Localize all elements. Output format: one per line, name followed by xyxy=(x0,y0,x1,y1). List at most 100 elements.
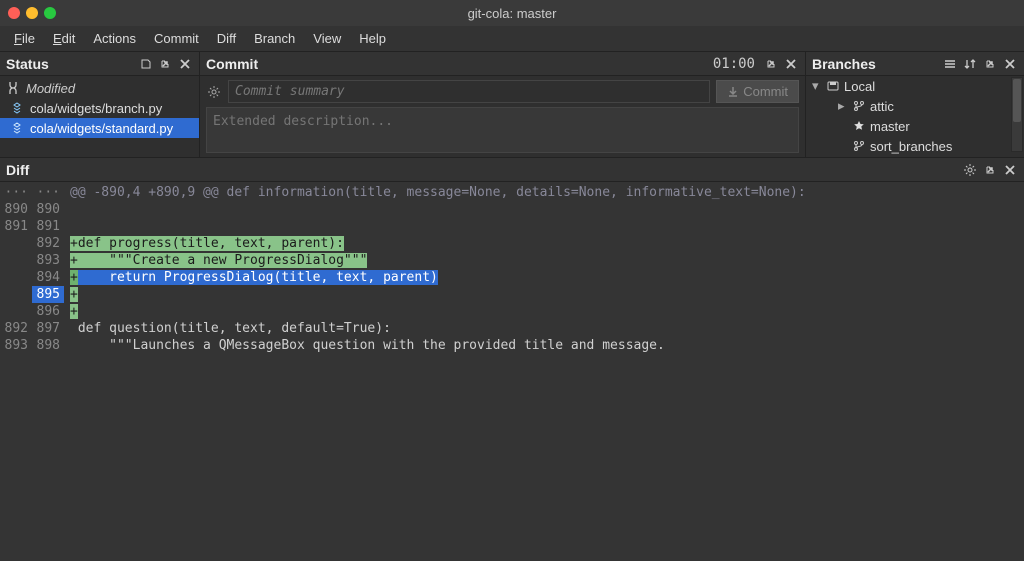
diff-header: Diff xyxy=(0,158,1024,182)
menu-bar: File Edit Actions Commit Diff Branch Vie… xyxy=(0,26,1024,52)
diff-line[interactable]: 894+ return ProgressDialog(title, text, … xyxy=(0,269,1024,286)
branch-item-attic[interactable]: ▸ attic xyxy=(806,96,1024,116)
branches-title: Branches xyxy=(812,56,876,72)
diff-line[interactable]: 893898 """Launches a QMessageBox questio… xyxy=(0,337,1024,354)
detach-icon[interactable] xyxy=(157,56,173,72)
commit-button-label: Commit xyxy=(743,84,788,99)
branches-tree[interactable]: ▾ Local ▸ attic master xyxy=(806,76,1024,157)
top-panes: Status Modified col xyxy=(0,52,1024,158)
diff-line[interactable]: 895+ xyxy=(0,286,1024,303)
commit-cursor-position: 01:00 xyxy=(713,56,755,72)
branches-local[interactable]: ▾ Local xyxy=(806,76,1024,96)
gutter-new: 891 xyxy=(32,218,64,235)
menu-actions[interactable]: Actions xyxy=(85,28,144,49)
window-title: git-cola: master xyxy=(0,6,1024,21)
commit-title: Commit xyxy=(206,56,258,72)
diff-code: + xyxy=(64,286,1024,303)
commit-button[interactable]: Commit xyxy=(716,80,799,103)
detach-icon[interactable] xyxy=(763,56,779,72)
menu-diff[interactable]: Diff xyxy=(209,28,244,49)
gutter-old: 891 xyxy=(0,218,32,235)
branches-scrollbar[interactable] xyxy=(1011,77,1023,152)
branch-icon xyxy=(852,139,866,153)
menu-file[interactable]: File xyxy=(6,28,43,49)
disclosure-triangle-icon[interactable]: ▸ xyxy=(838,98,848,114)
gutter-old: 893 xyxy=(0,337,32,354)
diff-line[interactable]: 892897 def question(title, text, default… xyxy=(0,320,1024,337)
status-pane: Status Modified col xyxy=(0,52,200,157)
detach-icon[interactable] xyxy=(982,56,998,72)
status-file-1[interactable]: cola/widgets/standard.py xyxy=(0,118,199,138)
gear-icon[interactable] xyxy=(962,162,978,178)
status-file-0[interactable]: cola/widgets/branch.py xyxy=(0,98,199,118)
close-icon[interactable] xyxy=(177,56,193,72)
modified-group-icon xyxy=(6,81,20,95)
branch-item-partial[interactable]: status_widget_options xyxy=(806,156,1024,157)
menu-edit[interactable]: Edit xyxy=(45,28,83,49)
diff-line[interactable]: 896+ xyxy=(0,303,1024,320)
gutter-new: 898 xyxy=(32,337,64,354)
branch-label: master xyxy=(870,119,910,134)
diff-line[interactable]: 891891 xyxy=(0,218,1024,235)
disk-icon xyxy=(826,79,840,93)
commit-options-icon[interactable] xyxy=(206,84,222,100)
diff-code: + """Create a new ProgressDialog""" xyxy=(64,252,1024,269)
gutter-new: 890 xyxy=(32,201,64,218)
menu-view[interactable]: View xyxy=(305,28,349,49)
detach-icon[interactable] xyxy=(982,162,998,178)
gutter-old: ··· xyxy=(0,184,32,201)
hamburger-icon[interactable] xyxy=(942,56,958,72)
gutter-old: 892 xyxy=(0,320,32,337)
menu-help[interactable]: Help xyxy=(351,28,394,49)
gutter-old: 890 xyxy=(0,201,32,218)
close-window-button[interactable] xyxy=(8,7,20,19)
status-tree[interactable]: Modified cola/widgets/branch.py cola/wid… xyxy=(0,76,199,157)
diff-code xyxy=(64,201,1024,218)
commit-body: Commit xyxy=(200,76,805,157)
menu-branch[interactable]: Branch xyxy=(246,28,303,49)
diff-line[interactable]: 892+def progress(title, text, parent): xyxy=(0,235,1024,252)
scrollbar-thumb[interactable] xyxy=(1013,79,1021,122)
diff-code: def question(title, text, default=True): xyxy=(64,320,1024,337)
commit-description-input[interactable] xyxy=(206,107,799,153)
close-icon[interactable] xyxy=(1002,162,1018,178)
gutter-new: 897 xyxy=(32,320,64,337)
branch-label: attic xyxy=(870,99,894,114)
branch-item-sort[interactable]: sort_branches xyxy=(806,136,1024,156)
diff-code: + xyxy=(64,303,1024,320)
gutter-new: 892 xyxy=(32,235,64,252)
status-header: Status xyxy=(0,52,199,76)
zoom-window-button[interactable] xyxy=(44,7,56,19)
diff-code xyxy=(64,218,1024,235)
branches-pane: Branches ▾ Local xyxy=(806,52,1024,157)
sort-icon[interactable] xyxy=(962,56,978,72)
diff-code: @@ -890,4 +890,9 @@ def information(titl… xyxy=(64,184,1024,201)
gutter-old xyxy=(0,252,32,269)
star-icon xyxy=(852,119,866,133)
diff-line[interactable]: 890890 xyxy=(0,201,1024,218)
close-icon[interactable] xyxy=(783,56,799,72)
close-icon[interactable] xyxy=(1002,56,1018,72)
commit-pane: Commit 01:00 Commit xyxy=(200,52,806,157)
status-group-modified[interactable]: Modified xyxy=(0,78,199,98)
diff-pane: Diff ······@@ -890,4 +890,9 @@ def infor… xyxy=(0,158,1024,561)
status-file-label: cola/widgets/branch.py xyxy=(30,101,162,116)
menu-commit[interactable]: Commit xyxy=(146,28,207,49)
gutter-new: 895 xyxy=(32,286,64,303)
gutter-old xyxy=(0,286,32,303)
status-title: Status xyxy=(6,56,49,72)
diff-code: + return ProgressDialog(title, text, par… xyxy=(64,269,1024,286)
minimize-window-button[interactable] xyxy=(26,7,38,19)
commit-summary-input[interactable] xyxy=(228,80,710,103)
branch-icon xyxy=(852,99,866,113)
branch-item-master[interactable]: master xyxy=(806,116,1024,136)
status-add-icon[interactable] xyxy=(137,56,153,72)
file-icon xyxy=(10,121,24,135)
disclosure-triangle-icon[interactable]: ▾ xyxy=(812,78,822,94)
gutter-old xyxy=(0,269,32,286)
status-file-label: cola/widgets/standard.py xyxy=(30,121,173,136)
diff-line[interactable]: 893+ """Create a new ProgressDialog""" xyxy=(0,252,1024,269)
diff-body[interactable]: ······@@ -890,4 +890,9 @@ def informatio… xyxy=(0,182,1024,561)
diff-line[interactable]: ······@@ -890,4 +890,9 @@ def informatio… xyxy=(0,184,1024,201)
gutter-new: 894 xyxy=(32,269,64,286)
